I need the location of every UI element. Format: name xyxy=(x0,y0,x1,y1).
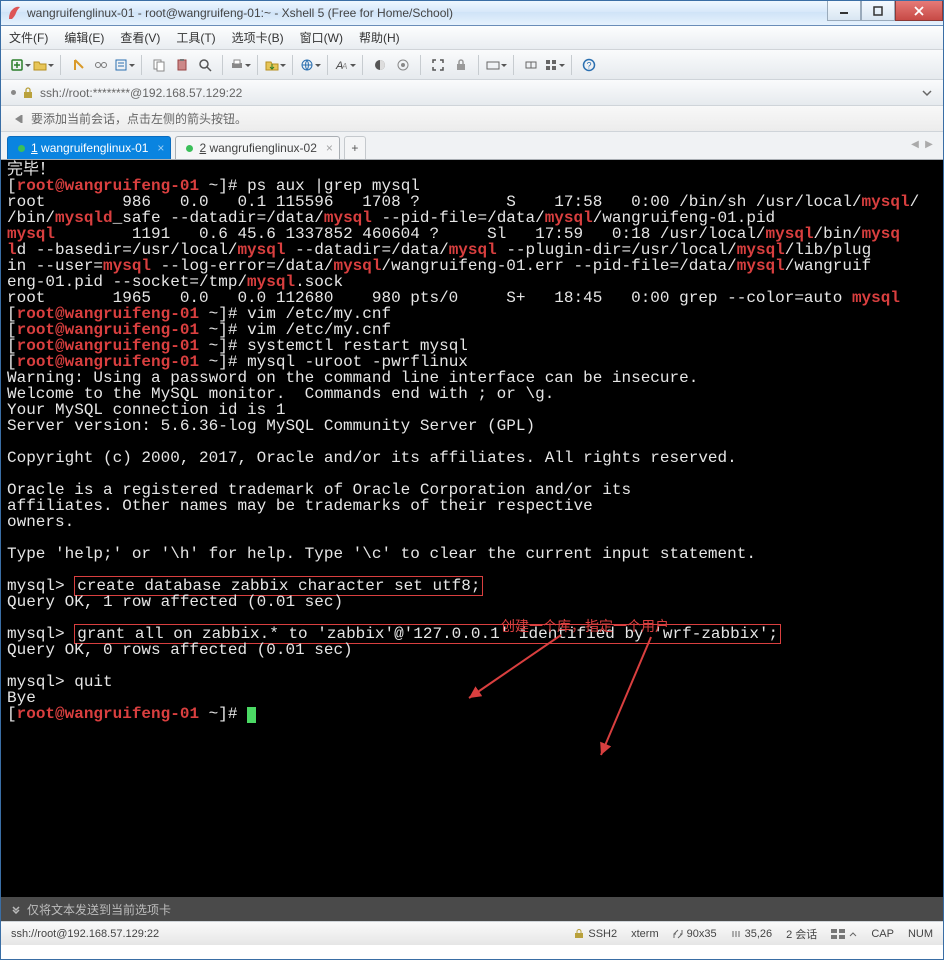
annotation-arrow-2 xyxy=(591,635,671,765)
maximize-button[interactable] xyxy=(861,1,895,21)
tab-close-icon[interactable]: × xyxy=(157,141,164,155)
tunneling-button[interactable] xyxy=(520,54,542,76)
tab-session-2[interactable]: 2 wangrufienglinux-02 × xyxy=(175,136,339,159)
titlebar: wangruifenglinux-01 - root@wangruifeng-0… xyxy=(1,1,943,26)
tabbar: 1 wangruifenglinux-01 × 2 wangrufienglin… xyxy=(1,132,943,160)
status-address: ssh://root@192.168.57.129:22 xyxy=(11,928,159,940)
tab-label: 2 wangrufienglinux-02 xyxy=(199,141,316,155)
properties-button[interactable] xyxy=(113,54,135,76)
send-strip: 仅将文本发送到当前选项卡 xyxy=(1,897,943,921)
tab-prev-icon[interactable]: ◀ xyxy=(909,138,921,150)
menu-view[interactable]: 查看(V) xyxy=(120,29,160,46)
cursor xyxy=(247,707,256,723)
connection-dot-icon xyxy=(18,145,25,152)
status-layout[interactable] xyxy=(831,929,857,939)
toolbar-separator xyxy=(327,55,328,75)
lock-icon xyxy=(574,929,584,939)
fullscreen-button[interactable] xyxy=(427,54,449,76)
tab-nav: ◀ ▶ xyxy=(909,138,935,150)
chevron-down-icon[interactable] xyxy=(921,87,933,99)
statusbar: ssh://root@192.168.57.129:22 SSH2 xterm … xyxy=(1,921,943,945)
size-icon xyxy=(673,929,683,939)
status-num: NUM xyxy=(908,928,933,940)
tab-next-icon[interactable]: ▶ xyxy=(923,138,935,150)
status-cap: CAP xyxy=(871,928,894,940)
terminal[interactable]: 完毕！ [root@wangruifeng-01 ~]# ps aux |gre… xyxy=(1,160,943,897)
expand-icon[interactable] xyxy=(9,904,23,914)
highlight-button[interactable] xyxy=(392,54,414,76)
toolbar-separator xyxy=(141,55,142,75)
status-ssh: SSH2 xyxy=(574,928,617,940)
status-pos: 35,26 xyxy=(731,928,773,940)
address-text[interactable]: ssh://root:********@192.168.57.129:22 xyxy=(40,86,242,100)
help-button[interactable]: ? xyxy=(578,54,600,76)
minimize-button[interactable] xyxy=(827,1,861,21)
hint-text: 要添加当前会话，点击左侧的箭头按钮。 xyxy=(31,110,247,127)
chevron-up-icon xyxy=(849,930,857,938)
menu-edit[interactable]: 编辑(E) xyxy=(64,29,104,46)
menu-tab[interactable]: 选项卡(B) xyxy=(232,29,284,46)
find-button[interactable] xyxy=(194,54,216,76)
toolbar-separator xyxy=(60,55,61,75)
toolbar-separator xyxy=(513,55,514,75)
tab-session-1[interactable]: 1 wangruifenglinux-01 × xyxy=(7,136,171,159)
addressbar-bullet-icon xyxy=(11,90,16,95)
toolbar-separator xyxy=(292,55,293,75)
menu-window[interactable]: 窗口(W) xyxy=(300,29,343,46)
toolbar-separator xyxy=(362,55,363,75)
color-scheme-button[interactable] xyxy=(369,54,391,76)
status-size: 90x35 xyxy=(673,928,717,940)
menubar: 文件(F) 编辑(E) 查看(V) 工具(T) 选项卡(B) 窗口(W) 帮助(… xyxy=(1,26,943,50)
status-term: xterm xyxy=(631,928,659,940)
encoding-button[interactable] xyxy=(299,54,321,76)
reconnect-button[interactable] xyxy=(67,54,89,76)
send-strip-text[interactable]: 仅将文本发送到当前选项卡 xyxy=(27,901,171,918)
toolbar-separator xyxy=(222,55,223,75)
svg-text:A: A xyxy=(341,62,347,71)
tab-add-button[interactable]: + xyxy=(344,136,366,159)
status-sessions: 2 会话 xyxy=(786,926,817,942)
menu-help[interactable]: 帮助(H) xyxy=(359,29,400,46)
toolbar: AA ? xyxy=(1,50,943,80)
layout-icon xyxy=(831,929,845,939)
transfer-button[interactable] xyxy=(264,54,286,76)
tab-label: 1 wangruifenglinux-01 xyxy=(31,141,148,155)
tab-close-icon[interactable]: × xyxy=(326,141,333,155)
window-title: wangruifenglinux-01 - root@wangruifeng-0… xyxy=(27,6,827,20)
font-button[interactable]: AA xyxy=(334,54,356,76)
lock-button[interactable] xyxy=(450,54,472,76)
add-session-icon[interactable] xyxy=(11,112,25,126)
window-controls xyxy=(827,1,943,25)
lock-icon xyxy=(22,87,34,99)
copy-button[interactable] xyxy=(148,54,170,76)
new-session-button[interactable] xyxy=(9,54,31,76)
menu-tools[interactable]: 工具(T) xyxy=(176,29,215,46)
disconnect-button[interactable] xyxy=(90,54,112,76)
paste-button[interactable] xyxy=(171,54,193,76)
addressbar: ssh://root:********@192.168.57.129:22 xyxy=(1,80,943,106)
close-button[interactable] xyxy=(895,1,943,21)
toolbar-separator xyxy=(478,55,479,75)
connection-dot-icon xyxy=(186,145,193,152)
open-session-button[interactable] xyxy=(32,54,54,76)
menu-file[interactable]: 文件(F) xyxy=(9,29,48,46)
svg-text:?: ? xyxy=(587,60,592,70)
layout-button[interactable] xyxy=(543,54,565,76)
toolbar-separator xyxy=(257,55,258,75)
app-icon xyxy=(7,5,23,21)
toolbar-separator xyxy=(420,55,421,75)
annotation-text: 创建一个库，指定一个用户 xyxy=(501,621,669,635)
hintbar: 要添加当前会话，点击左侧的箭头按钮。 xyxy=(1,106,943,132)
print-button[interactable] xyxy=(229,54,251,76)
keyboard-button[interactable] xyxy=(485,54,507,76)
cursor-pos-icon xyxy=(731,929,741,939)
toolbar-separator xyxy=(571,55,572,75)
